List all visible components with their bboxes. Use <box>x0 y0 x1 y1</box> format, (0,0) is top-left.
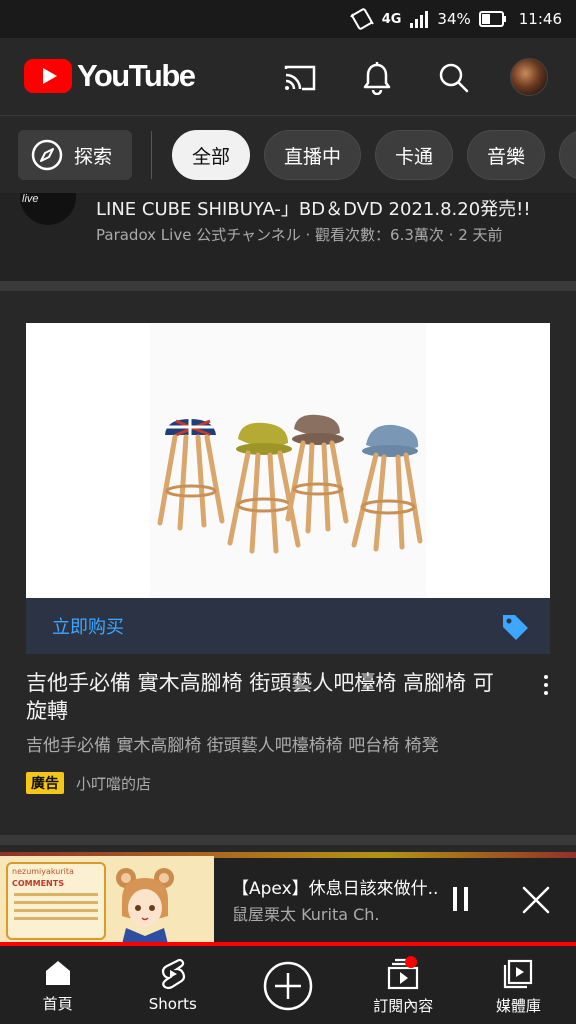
ad-description: 吉他手必備 實木高腳椅 街頭藝人吧檯椅椅 吧台椅 椅凳 <box>26 736 439 756</box>
tag-icon <box>500 612 530 647</box>
cast-icon[interactable] <box>280 58 320 98</box>
chip-cartoon[interactable]: 卡通 <box>375 130 454 180</box>
nav-shorts[interactable]: Shorts <box>115 946 230 1024</box>
pause-icon[interactable] <box>446 884 474 914</box>
mini-player[interactable]: nezumiyakurita COMMENTS 【Apex】休息日該來做什.. … <box>0 852 576 946</box>
clock: 11:46 <box>518 10 562 28</box>
buy-now-button[interactable]: 立即购买 <box>26 598 550 654</box>
library-icon <box>504 959 533 989</box>
avatar[interactable] <box>510 58 548 96</box>
buy-now-label: 立即购买 <box>52 617 124 638</box>
youtube-logo[interactable]: YouTube <box>24 58 196 94</box>
mini-player-channel: 鼠屋栗太 Kurita Ch. <box>232 905 380 924</box>
nav-home[interactable]: 首頁 <box>0 946 115 1024</box>
nav-library-label: 媒體庫 <box>495 997 541 1015</box>
channel-avatar[interactable]: paradox live <box>20 193 76 225</box>
video-title[interactable]: LINE CUBE SHIBUYA-」BD＆DVD 2021.8.20発売!! <box>96 195 531 221</box>
battery-icon <box>478 11 507 27</box>
home-icon <box>45 961 70 985</box>
vibrate-icon <box>349 8 374 30</box>
compass-icon <box>31 139 63 171</box>
search-icon[interactable] <box>434 58 474 98</box>
nav-home-label: 首頁 <box>42 995 73 1013</box>
mini-player-thumbnail[interactable]: nezumiyakurita COMMENTS <box>0 856 214 944</box>
network-type: 4G <box>381 11 402 27</box>
video-item[interactable]: paradox live LINE CUBE SHIBUYA-」BD＆DVD 2… <box>0 193 576 281</box>
create-icon <box>263 961 313 1011</box>
status-icons: 4G 34% 11:46 <box>349 8 562 30</box>
thumbnail-comments-box: nezumiyakurita COMMENTS <box>6 862 106 940</box>
bell-icon[interactable] <box>357 58 397 98</box>
thumbnail-box-title: COMMENTS <box>12 879 64 888</box>
ad-image[interactable] <box>26 323 550 598</box>
nav-subscriptions[interactable]: 訂閱內容 <box>346 946 461 1024</box>
feed-separator <box>0 835 576 845</box>
advertiser-name: 小叮噹的店 <box>76 774 152 793</box>
more-options-icon[interactable] <box>536 671 556 699</box>
battery-percent: 34% <box>437 10 471 28</box>
vtuber-avatar-image <box>116 868 174 944</box>
chip-list: 全部 直播中 卡通 音樂 精 <box>172 130 576 180</box>
signal-icon <box>409 10 429 28</box>
chip-music[interactable]: 音樂 <box>467 130 546 180</box>
ad-title[interactable]: 吉他手必備 實木高腳椅 街頭藝人吧檯椅 高腳椅 可旋轉 <box>26 669 506 725</box>
explore-button[interactable]: 探索 <box>18 130 132 180</box>
channel-avatar-text: paradox live <box>22 193 39 205</box>
nav-library[interactable]: 媒體庫 <box>461 946 576 1024</box>
shorts-icon <box>161 958 185 990</box>
feed: paradox live LINE CUBE SHIBUYA-」BD＆DVD 2… <box>0 193 576 852</box>
ad-meta: 廣告 小叮噹的店 <box>26 772 151 794</box>
notification-dot <box>405 956 417 968</box>
chip-more[interactable]: 精 <box>559 130 576 180</box>
bar-stools-image <box>150 323 426 598</box>
close-icon[interactable] <box>518 882 554 918</box>
app-header: YouTube <box>0 38 576 116</box>
chip-divider <box>151 131 152 179</box>
thumbnail-heading: nezumiyakurita <box>12 867 74 876</box>
chip-live[interactable]: 直播中 <box>264 130 362 180</box>
ad-badge: 廣告 <box>26 772 64 794</box>
youtube-play-icon <box>24 59 72 93</box>
mini-player-title[interactable]: 【Apex】休息日該來做什.. <box>232 874 438 899</box>
nav-shorts-label: Shorts <box>148 995 197 1013</box>
explore-label: 探索 <box>74 145 113 168</box>
nav-create[interactable] <box>230 946 345 1024</box>
nav-subscriptions-label: 訂閱內容 <box>373 997 434 1015</box>
video-meta: Paradox Live 公式チャンネル · 觀看次數：6.3萬次 · 2 天前 <box>96 226 503 244</box>
ad-card: 立即购买 吉他手必備 實木高腳椅 街頭藝人吧檯椅 高腳椅 可旋轉 吉他手必備 實… <box>0 291 576 843</box>
chip-all[interactable]: 全部 <box>172 130 251 180</box>
status-bar: 4G 34% 11:46 <box>0 0 576 38</box>
chip-bar: 探索 全部 直播中 卡通 音樂 精 <box>0 117 576 193</box>
bottom-nav: 首頁 Shorts 訂閱內容 媒體庫 <box>0 946 576 1024</box>
logo-text: YouTube <box>77 58 196 93</box>
feed-separator <box>0 281 576 291</box>
